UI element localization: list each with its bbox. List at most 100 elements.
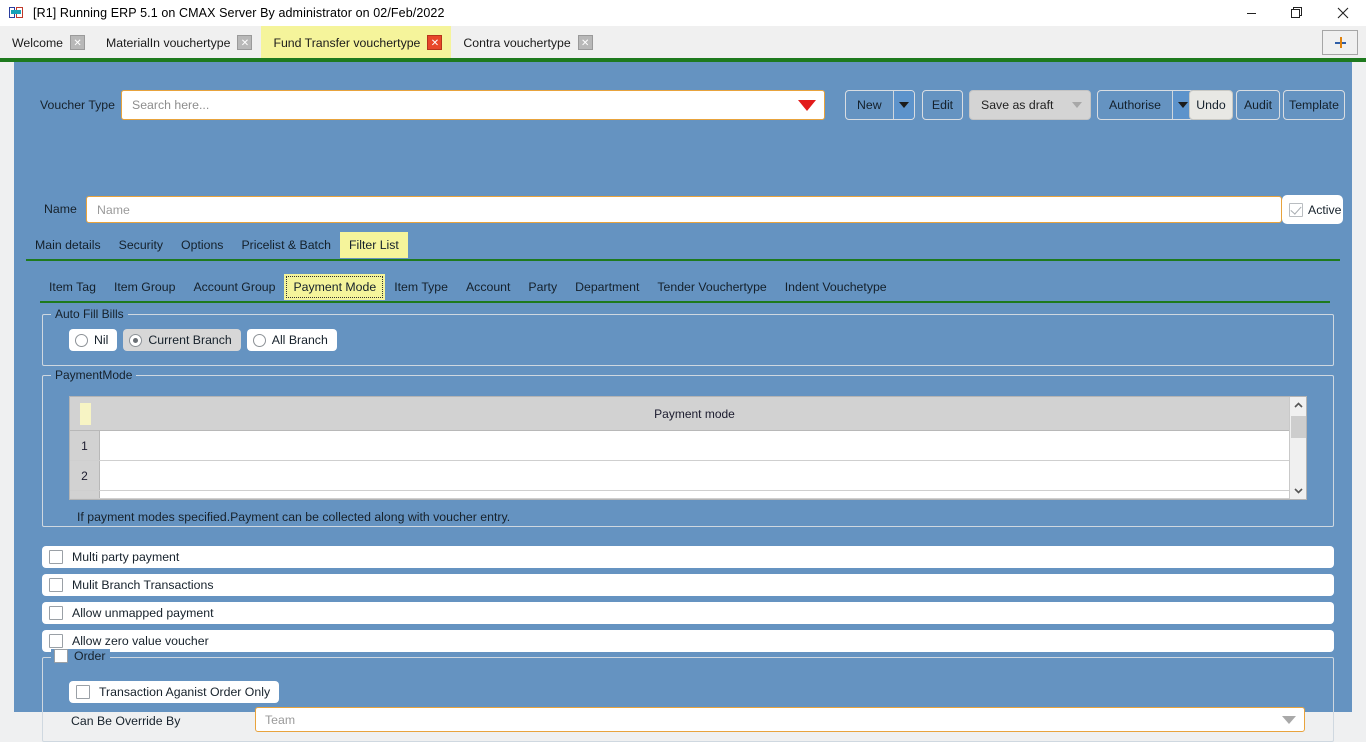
tab-main-details[interactable]: Main details	[26, 232, 110, 258]
cell-payment-mode[interactable]	[100, 431, 1289, 460]
subtab-label: Account Group	[193, 280, 276, 294]
radio-icon[interactable]	[252, 333, 266, 347]
subtab-item-type[interactable]: Item Type	[385, 274, 457, 300]
tab-options[interactable]: Options	[172, 232, 232, 258]
subtab-item-group[interactable]: Item Group	[105, 274, 185, 300]
radio-icon[interactable]	[129, 333, 143, 347]
can-be-override-by-combobox[interactable]	[255, 707, 1305, 732]
subtab-account-group[interactable]: Account Group	[184, 274, 284, 300]
tab-welcome[interactable]: Welcome ✕	[0, 26, 94, 59]
subtab-label: Item Tag	[49, 280, 96, 294]
checkbox-multi-party-payment[interactable]: Multi party payment	[42, 546, 1334, 568]
plus-icon	[1334, 37, 1346, 48]
subtab-department[interactable]: Department	[566, 274, 648, 300]
new-dropdown-arrow-icon[interactable]	[892, 91, 914, 119]
checkbox-icon[interactable]	[49, 606, 63, 620]
tab-security[interactable]: Security	[110, 232, 172, 258]
subtab-label: Item Type	[394, 280, 448, 294]
new-button[interactable]: New	[845, 90, 915, 120]
tab-close-icon[interactable]: ✕	[70, 35, 86, 50]
restore-icon[interactable]	[1274, 0, 1320, 26]
subtab-label: Party	[528, 280, 558, 294]
checkbox-allow-unmapped-payment[interactable]: Allow unmapped payment	[42, 602, 1334, 624]
cell-payment-mode[interactable]	[100, 491, 1289, 498]
document-tabstrip: Welcome ✕ MaterialIn vouchertype ✕ Fund …	[0, 26, 1366, 59]
radio-icon[interactable]	[75, 333, 88, 347]
grid-vertical-scrollbar[interactable]	[1289, 397, 1306, 499]
tab-label: Main details	[35, 238, 101, 252]
checkbox-icon[interactable]	[49, 578, 63, 592]
subtab-payment-mode[interactable]: Payment Mode	[284, 274, 386, 300]
checkbox-transaction-against-order-only[interactable]: Transaction Aganist Order Only	[69, 681, 280, 703]
radio-label: Nil	[94, 333, 109, 347]
template-button[interactable]: Template	[1283, 90, 1345, 120]
dropdown-arrow-icon[interactable]	[1274, 715, 1304, 724]
checkbox-icon[interactable]	[54, 649, 68, 663]
dropdown-arrow-icon[interactable]	[790, 91, 824, 119]
active-label: Active	[1308, 202, 1342, 217]
tab-fund-transfer-vouchertype[interactable]: Fund Transfer vouchertype ✕	[261, 26, 452, 59]
minimize-icon[interactable]	[1228, 0, 1274, 26]
close-icon[interactable]	[1320, 0, 1366, 26]
order-group: Order Transaction Aganist Order Only Can…	[42, 649, 1334, 742]
tab-close-icon[interactable]: ✕	[427, 35, 443, 50]
checkbox-icon[interactable]	[1289, 202, 1303, 217]
grid-column-header-payment-mode[interactable]: Payment mode	[100, 407, 1289, 421]
checkbox-allow-zero-value-voucher[interactable]: Allow zero value voucher	[42, 630, 1334, 652]
checkbox-icon[interactable]	[76, 685, 90, 699]
edit-button[interactable]: Edit	[922, 90, 963, 120]
tab-label: Filter List	[348, 238, 399, 252]
subtab-indent-vouchetype[interactable]: Indent Vouchetype	[776, 274, 896, 300]
tab-contra-vouchertype[interactable]: Contra vouchertype ✕	[451, 26, 601, 59]
subtab-item-tag[interactable]: Item Tag	[40, 274, 105, 300]
undo-button[interactable]: Undo	[1189, 90, 1233, 120]
auto-fill-bills-group: Auto Fill Bills Nil Current Branch All B…	[42, 307, 1334, 366]
subtab-party[interactable]: Party	[519, 274, 566, 300]
checkbox-label: Allow unmapped payment	[72, 606, 214, 620]
save-as-draft-dropdown-arrow-icon[interactable]	[1064, 91, 1090, 119]
tab-label: Security	[118, 238, 164, 252]
name-field[interactable]	[86, 196, 1282, 223]
new-tab-button[interactable]	[1322, 30, 1358, 55]
payment-mode-grid[interactable]: Payment mode 1 2	[69, 396, 1307, 500]
chevron-up-icon[interactable]	[1290, 397, 1306, 414]
tab-close-icon[interactable]: ✕	[237, 35, 253, 50]
radio-nil[interactable]: Nil	[69, 329, 118, 351]
radio-all-branch[interactable]: All Branch	[246, 329, 337, 351]
name-input[interactable]	[87, 201, 1281, 218]
checkbox-label: Multi party payment	[72, 550, 180, 564]
window-title: [R1] Running ERP 5.1 on CMAX Server By a…	[33, 6, 445, 20]
subtab-account[interactable]: Account	[457, 274, 519, 300]
subtab-label: Payment Mode	[293, 280, 377, 294]
save-as-draft-button[interactable]: Save as draft	[969, 90, 1091, 120]
voucher-type-combobox[interactable]	[121, 90, 825, 120]
tab-close-icon[interactable]: ✕	[577, 35, 593, 50]
audit-button-label: Audit	[1243, 98, 1273, 112]
table-row-partial[interactable]	[70, 491, 1289, 499]
chevron-down-icon[interactable]	[1290, 482, 1306, 499]
voucher-type-search-input[interactable]	[122, 97, 790, 113]
checkbox-mulit-branch-transactions[interactable]: Mulit Branch Transactions	[42, 574, 1334, 596]
audit-button[interactable]: Audit	[1236, 90, 1280, 120]
scrollbar-thumb[interactable]	[1291, 416, 1306, 438]
payment-mode-note: If payment modes specified.Payment can b…	[77, 510, 511, 524]
table-row[interactable]: 1	[70, 431, 1289, 461]
tab-label: Pricelist & Batch	[241, 238, 331, 252]
cell-payment-mode[interactable]	[100, 461, 1289, 490]
checkbox-icon[interactable]	[49, 550, 63, 564]
can-be-override-by-input[interactable]	[256, 711, 1274, 728]
tab-filter-list[interactable]: Filter List	[339, 232, 408, 258]
order-group-checkbox[interactable]: Order	[51, 649, 111, 663]
scrollbar-track[interactable]	[1290, 414, 1306, 482]
radio-current-branch[interactable]: Current Branch	[123, 329, 241, 351]
voucher-type-row: Voucher Type New Edit Save as draft Auth…	[14, 90, 1352, 122]
checkbox-icon[interactable]	[49, 634, 63, 648]
active-checkbox[interactable]: Active	[1282, 195, 1343, 224]
subtab-tender-vouchertype[interactable]: Tender Vouchertype	[648, 274, 775, 300]
tab-materialin-vouchertype[interactable]: MaterialIn vouchertype ✕	[94, 26, 261, 59]
authorise-button[interactable]: Authorise	[1097, 90, 1194, 120]
tab-pricelist-batch[interactable]: Pricelist & Batch	[232, 232, 340, 258]
grid-body: Payment mode 1 2	[70, 397, 1289, 499]
grid-corner-cell[interactable]	[70, 397, 100, 431]
table-row[interactable]: 2	[70, 461, 1289, 491]
